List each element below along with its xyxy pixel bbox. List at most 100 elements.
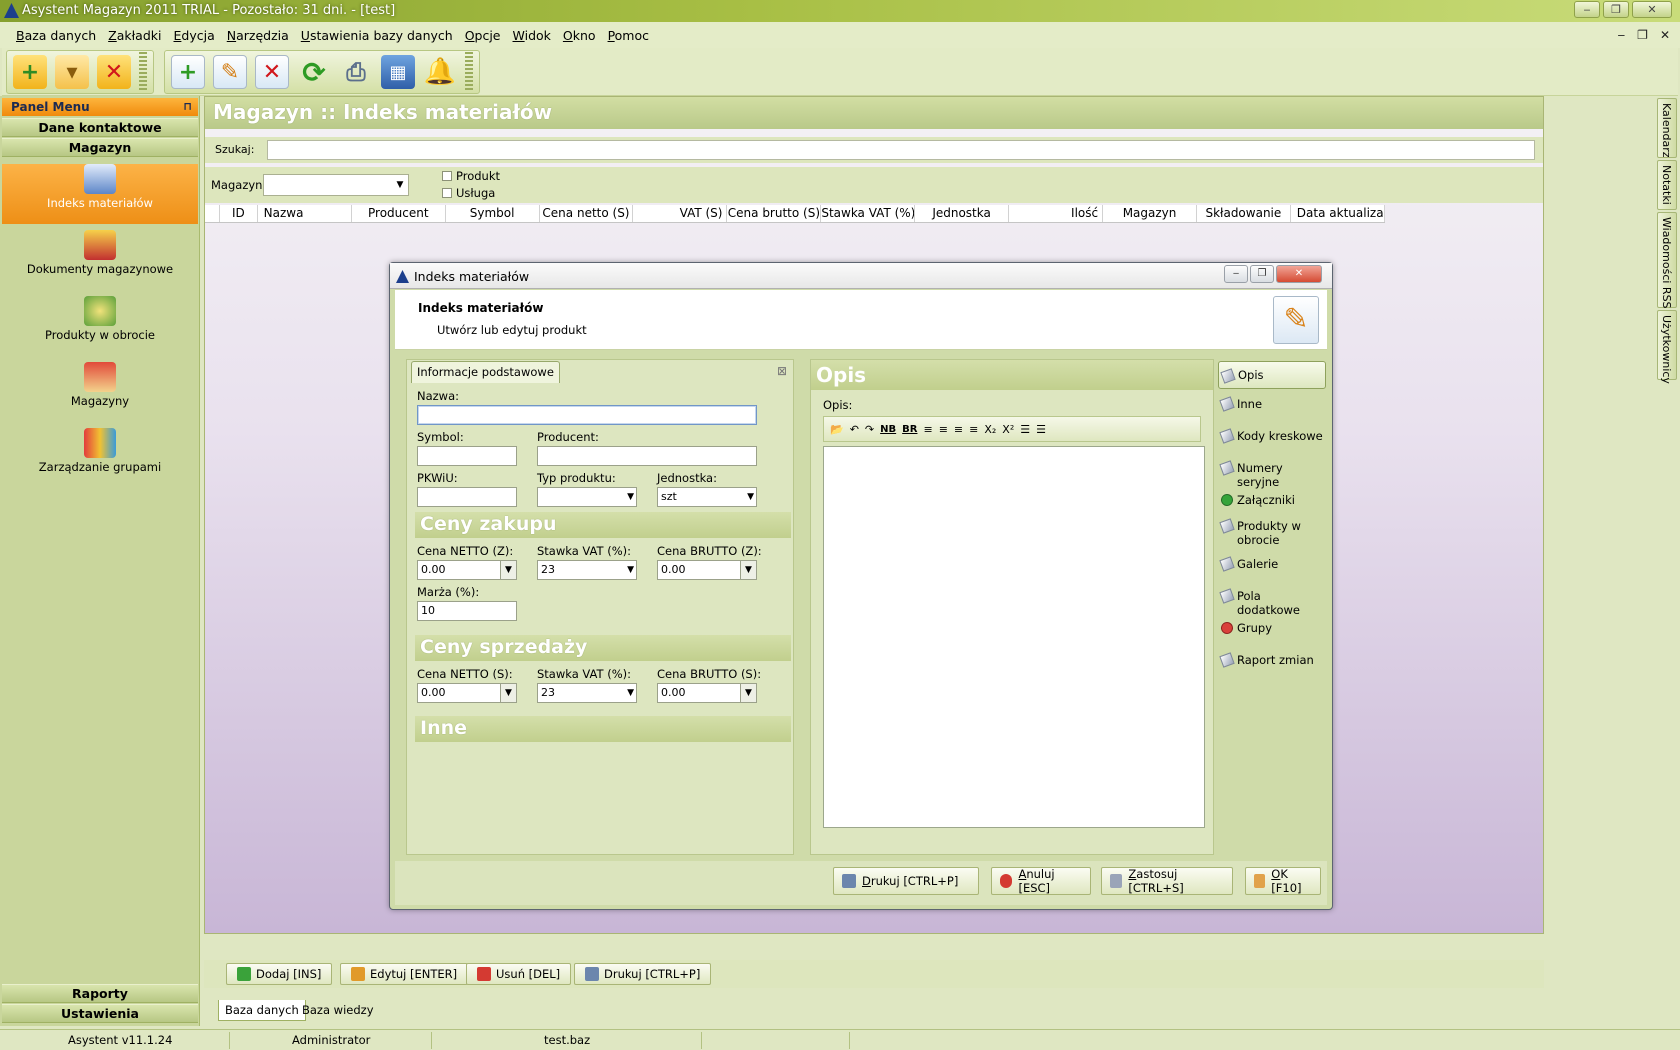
spin-icon[interactable]: ▼ [740, 684, 756, 702]
checkbox-box[interactable] [442, 171, 452, 181]
menu-okno[interactable]: Okno [563, 28, 596, 43]
align-left-icon[interactable]: ≡ [923, 423, 932, 436]
align-center-icon[interactable]: ≡ [939, 423, 948, 436]
menu-opcje[interactable]: Opcje [465, 28, 501, 43]
bold-icon[interactable]: NB [880, 424, 896, 435]
column-header[interactable]: Cena netto (S) [540, 205, 634, 222]
apply-button[interactable]: Zastosuj [CTRL+S] [1101, 867, 1233, 895]
spin-icon[interactable]: ▼ [740, 561, 756, 579]
dialog-maximize-button[interactable]: ❐ [1250, 265, 1274, 283]
section-reports[interactable]: Raporty [2, 984, 198, 1003]
nav-item-dokumenty[interactable]: Dokumenty magazynowe [2, 230, 198, 290]
column-header[interactable]: Stawka VAT (%) [821, 205, 916, 222]
description-editor[interactable] [823, 446, 1205, 828]
sale-net-field[interactable]: 0.00 ▼ [417, 683, 517, 703]
mdi-minimize-button[interactable]: ‒ [1618, 28, 1626, 42]
justify-icon[interactable]: ≡ [969, 423, 978, 436]
column-header[interactable]: Nazwa [258, 205, 352, 222]
nav-item-produkty[interactable]: Produkty w obrocie [2, 296, 198, 356]
bell-icon[interactable]: 🔔 [423, 55, 457, 89]
line-break-icon[interactable]: BR [902, 424, 917, 435]
side-nav-inne[interactable]: Inne [1218, 393, 1326, 415]
column-header[interactable]: Symbol [446, 205, 540, 222]
product-checkbox[interactable]: Produkt [442, 169, 500, 183]
menu-baza-danych[interactable]: Baza danych [16, 28, 96, 43]
column-header[interactable]: Składowanie [1197, 205, 1291, 222]
section-warehouse[interactable]: Magazyn [2, 138, 198, 157]
dialog-print-button[interactable]: Drukuj [CTRL+P] [833, 867, 979, 895]
toolbar-grip[interactable] [465, 52, 473, 92]
column-header[interactable] [205, 205, 221, 222]
side-nav-numery[interactable]: Numery seryjne [1218, 457, 1326, 493]
column-header[interactable]: Ilość [1009, 205, 1104, 222]
sale-gross-field[interactable]: 0.00 ▼ [657, 683, 757, 703]
menu-widok[interactable]: Widok [513, 28, 551, 43]
delete-document-icon[interactable]: ✕ [255, 55, 289, 89]
sale-vat-select[interactable]: 23 ▼ [537, 683, 637, 703]
mdi-restore-button[interactable]: ❐ [1637, 28, 1648, 42]
open-icon[interactable]: 📂 [830, 423, 844, 436]
refresh-icon[interactable]: ⟳ [297, 55, 331, 89]
side-nav-pola[interactable]: Pola dodatkowe [1218, 585, 1326, 621]
unit-select[interactable]: szt ▼ [657, 487, 757, 507]
mdi-close-button[interactable]: ✕ [1660, 28, 1670, 42]
product-type-select[interactable]: ▼ [537, 487, 637, 507]
print-button[interactable]: Drukuj [CTRL+P] [574, 963, 712, 985]
subscript-icon[interactable]: X₂ [984, 423, 996, 436]
spin-icon[interactable]: ▼ [500, 684, 516, 702]
dialog-minimize-button[interactable]: ‒ [1224, 265, 1248, 283]
calculator-icon[interactable]: ▦ [381, 55, 415, 89]
tab-kalendarz[interactable]: Kalendarz [1657, 98, 1677, 158]
menu-pomoc[interactable]: Pomoc [608, 28, 649, 43]
side-nav-grupy[interactable]: Grupy [1218, 617, 1326, 639]
superscript-icon[interactable]: X² [1002, 423, 1014, 436]
pin-icon[interactable]: ⊓ [183, 98, 192, 116]
menu-narzedzia[interactable]: Narzędzia [227, 28, 289, 43]
side-nav-opis[interactable]: Opis [1218, 361, 1326, 389]
checkbox-box[interactable] [442, 188, 452, 198]
maximize-button[interactable]: ❐ [1603, 1, 1629, 18]
close-pane-icon[interactable]: ⊠ [777, 364, 787, 378]
margin-field[interactable]: 10 [417, 601, 517, 621]
column-header[interactable]: Producent [352, 205, 446, 222]
align-right-icon[interactable]: ≡ [954, 423, 963, 436]
dialog-close-button[interactable]: ✕ [1276, 265, 1322, 283]
cancel-button[interactable]: Anuluj [ESC] [991, 867, 1091, 895]
menu-ustawienia[interactable]: Ustawienia bazy danych [301, 28, 453, 43]
purchase-net-field[interactable]: 0.00 ▼ [417, 560, 517, 580]
warehouse-select[interactable]: ▼ [263, 174, 409, 196]
column-header[interactable]: ID [220, 205, 258, 222]
tab-basic-info[interactable]: Informacje podstawowe [411, 361, 560, 383]
delete-button[interactable]: Usuń [DEL] [466, 963, 572, 985]
symbol-field[interactable] [417, 446, 517, 466]
tab-rss[interactable]: Wiadomości RSS [1657, 212, 1677, 309]
spin-icon[interactable]: ▼ [500, 561, 516, 579]
bullet-list-icon[interactable]: ☰ [1020, 423, 1030, 436]
menu-edycja[interactable]: Edycja [174, 28, 215, 43]
side-nav-kody[interactable]: Kody kreskowe [1218, 425, 1326, 447]
nav-item-indeks[interactable]: Indeks materiałów [2, 164, 198, 224]
tab-notatki[interactable]: Notatki [1657, 160, 1677, 210]
close-db-icon[interactable]: ✕ [97, 55, 131, 89]
nav-item-magazyny[interactable]: Magazyny [2, 362, 198, 422]
open-folder-icon[interactable]: ▾ [55, 55, 89, 89]
menu-zakladki[interactable]: Zakładki [108, 28, 161, 43]
numbered-list-icon[interactable]: ☰ [1036, 423, 1046, 436]
section-settings[interactable]: Ustawienia [2, 1004, 198, 1023]
tab-baza-wiedzy[interactable]: Baza wiedzy [296, 1000, 380, 1021]
add-button[interactable]: Dodaj [INS] [226, 963, 333, 985]
side-nav-zalaczniki[interactable]: Załączniki [1218, 489, 1326, 511]
column-header[interactable]: Cena brutto (S) [727, 205, 822, 222]
edit-button[interactable]: Edytuj [ENTER] [340, 963, 469, 985]
new-db-icon[interactable]: + [13, 55, 47, 89]
side-nav-raport[interactable]: Raport zmian [1218, 649, 1326, 671]
toolbar-grip[interactable] [139, 52, 147, 92]
name-field[interactable] [417, 405, 757, 425]
ok-button[interactable]: OK [F10] [1245, 867, 1321, 895]
side-nav-galerie[interactable]: Galerie [1218, 553, 1326, 575]
tab-baza-danych[interactable]: Baza danych [218, 1000, 306, 1021]
pkwiu-field[interactable] [417, 487, 517, 507]
minimize-button[interactable]: ‒ [1574, 1, 1600, 18]
purchase-vat-select[interactable]: 23 ▼ [537, 560, 637, 580]
nav-item-grupy[interactable]: Zarządzanie grupami [2, 428, 198, 488]
